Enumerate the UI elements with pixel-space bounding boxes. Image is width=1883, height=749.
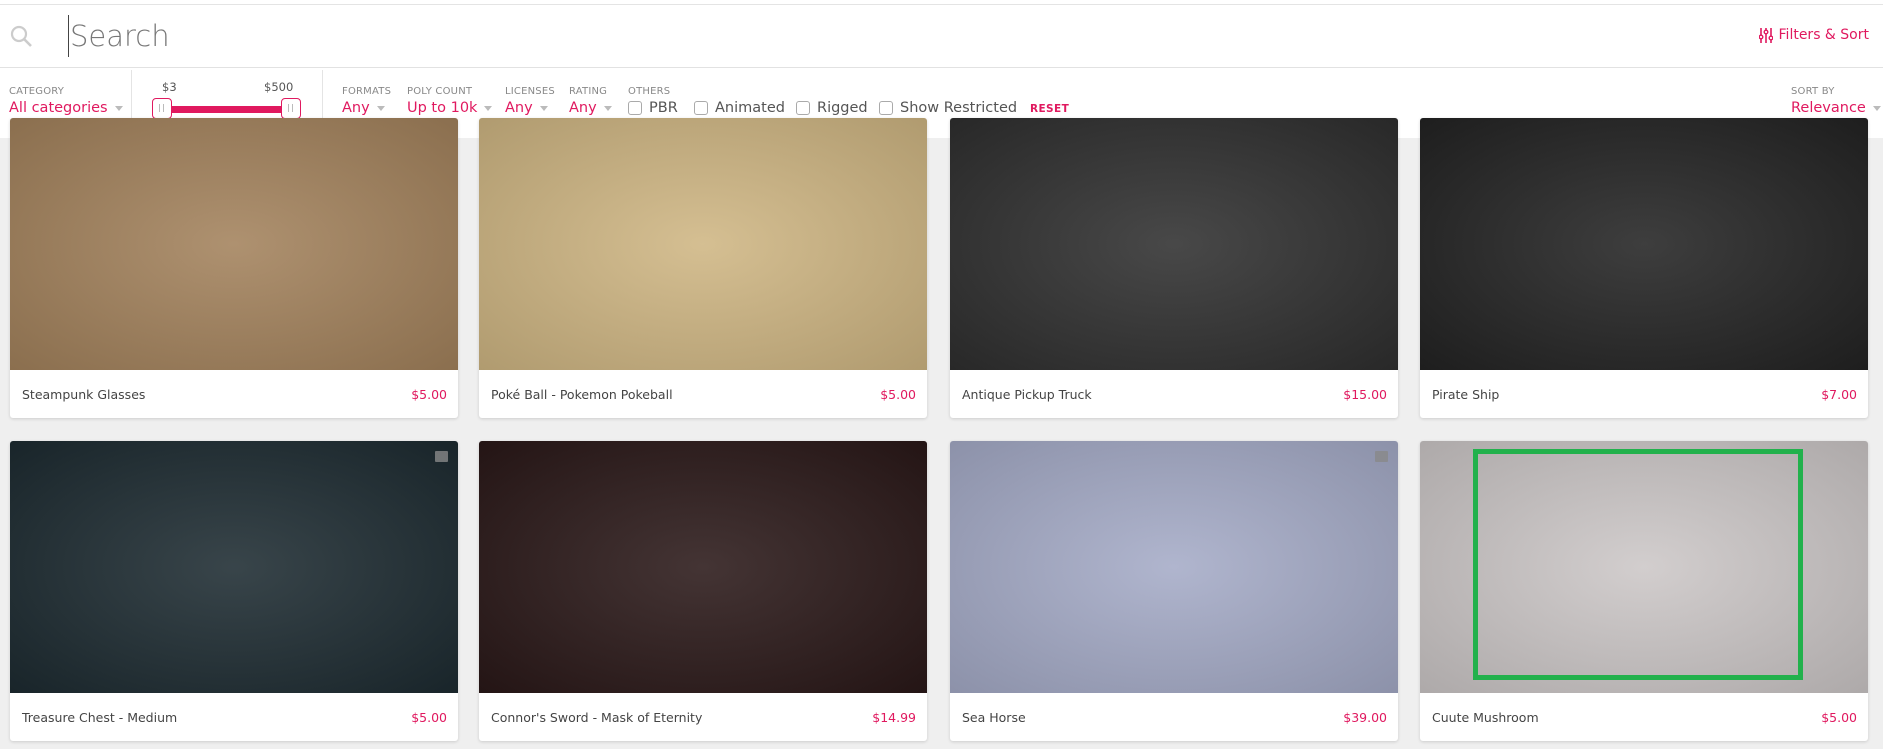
model-card[interactable]: Antique Pickup Truck $15.00	[950, 118, 1398, 418]
model-thumbnail[interactable]	[950, 118, 1398, 370]
card-caption: Steampunk Glasses $5.00	[10, 370, 458, 418]
formats-value: Any	[342, 100, 370, 116]
selection-highlight	[1473, 449, 1803, 680]
card-title: Poké Ball - Pokemon Pokeball	[491, 386, 673, 402]
model-thumbnail[interactable]	[950, 441, 1398, 693]
caret-down-icon	[376, 105, 385, 111]
sort-by-label: SORT BY	[1791, 86, 1835, 97]
card-title: Sea Horse	[962, 709, 1026, 725]
pbr-checkbox[interactable]: PBR	[628, 100, 678, 116]
sort-value: Relevance	[1791, 100, 1866, 116]
show-restricted-checkbox[interactable]: Show Restricted	[879, 100, 1017, 116]
caret-down-icon	[1872, 105, 1881, 111]
others-label: OTHERS	[628, 86, 671, 97]
card-title: Antique Pickup Truck	[962, 386, 1092, 402]
rating-value: Any	[569, 100, 597, 116]
sliders-icon	[1758, 27, 1773, 43]
search-input[interactable]	[68, 15, 1568, 57]
model-card[interactable]: Cuute Mushroom $5.00	[1420, 441, 1868, 741]
poly-count-dropdown[interactable]: Up to 10k	[407, 100, 493, 116]
model-thumbnail[interactable]	[479, 441, 927, 693]
card-price: $5.00	[411, 709, 447, 725]
caret-down-icon	[114, 105, 123, 111]
animated-checkbox[interactable]: Animated	[694, 100, 785, 116]
rigged-label: Rigged	[817, 100, 868, 116]
animated-label: Animated	[715, 100, 785, 116]
model-card[interactable]: Treasure Chest - Medium $5.00	[10, 441, 458, 741]
price-min: $3	[162, 80, 177, 94]
price-max-handle[interactable]	[281, 98, 301, 119]
card-price: $15.00	[1343, 386, 1387, 402]
rating-label: RATING	[569, 86, 608, 97]
poly-count-label: POLY COUNT	[407, 86, 473, 97]
show-restricted-label: Show Restricted	[900, 100, 1018, 116]
poly-count-value: Up to 10k	[407, 100, 478, 116]
checkbox-box[interactable]	[694, 101, 708, 115]
card-price: $5.00	[880, 386, 916, 402]
card-caption: Connor's Sword - Mask of Eternity $14.99	[479, 693, 927, 741]
caret-down-icon	[484, 105, 493, 111]
model-card[interactable]: Steampunk Glasses $5.00	[10, 118, 458, 418]
formats-label: FORMATS	[342, 86, 392, 97]
checkbox-box[interactable]	[879, 101, 893, 115]
card-price: $5.00	[411, 386, 447, 402]
formats-dropdown[interactable]: Any	[342, 100, 385, 116]
card-caption: Pirate Ship $7.00	[1420, 370, 1868, 418]
price-min-handle[interactable]	[152, 98, 172, 119]
card-price: $7.00	[1821, 386, 1857, 402]
model-thumbnail[interactable]	[479, 118, 927, 370]
rating-dropdown[interactable]: Any	[569, 100, 612, 116]
category-dropdown[interactable]: All categories	[9, 100, 123, 116]
card-title: Cuute Mushroom	[1432, 709, 1539, 725]
card-caption: Treasure Chest - Medium $5.00	[10, 693, 458, 741]
search-icon	[10, 25, 32, 47]
animated-badge-icon	[1375, 451, 1388, 462]
price-range-track[interactable]	[156, 106, 296, 113]
card-title: Treasure Chest - Medium	[22, 709, 178, 725]
filters-sort-button[interactable]: Filters & Sort	[1758, 27, 1869, 43]
price-max: $500	[264, 80, 294, 94]
licenses-dropdown[interactable]: Any	[505, 100, 548, 116]
pbr-label: PBR	[649, 100, 678, 116]
checkbox-box[interactable]	[628, 101, 642, 115]
animated-badge-icon	[435, 451, 448, 462]
sort-dropdown[interactable]: Relevance	[1791, 100, 1881, 116]
model-thumbnail[interactable]	[10, 118, 458, 370]
model-thumbnail[interactable]	[1420, 118, 1868, 370]
rigged-checkbox[interactable]: Rigged	[796, 100, 868, 116]
card-price: $14.99	[872, 709, 916, 725]
search-bar: Filters & Sort	[0, 5, 1883, 68]
card-price: $39.00	[1343, 709, 1387, 725]
card-caption: Sea Horse $39.00	[950, 693, 1398, 741]
checkbox-box[interactable]	[796, 101, 810, 115]
filters-sort-label: Filters & Sort	[1778, 27, 1869, 43]
card-title: Pirate Ship	[1432, 386, 1500, 402]
reset-button[interactable]: RESET	[1030, 103, 1069, 115]
category-value: All categories	[9, 100, 108, 116]
caret-down-icon	[603, 105, 612, 111]
card-caption: Cuute Mushroom $5.00	[1420, 693, 1868, 741]
model-thumbnail[interactable]	[1420, 441, 1868, 693]
model-card[interactable]: Pirate Ship $7.00	[1420, 118, 1868, 418]
caret-down-icon	[539, 105, 548, 111]
card-caption: Antique Pickup Truck $15.00	[950, 370, 1398, 418]
category-label: CATEGORY	[9, 86, 65, 97]
card-title: Connor's Sword - Mask of Eternity	[491, 709, 703, 725]
model-card[interactable]: Connor's Sword - Mask of Eternity $14.99	[479, 441, 927, 741]
card-title: Steampunk Glasses	[22, 386, 146, 402]
licenses-value: Any	[505, 100, 533, 116]
model-thumbnail[interactable]	[10, 441, 458, 693]
card-price: $5.00	[1821, 709, 1857, 725]
licenses-label: LICENSES	[505, 86, 555, 97]
model-card[interactable]: Sea Horse $39.00	[950, 441, 1398, 741]
card-caption: Poké Ball - Pokemon Pokeball $5.00	[479, 370, 927, 418]
model-card[interactable]: Poké Ball - Pokemon Pokeball $5.00	[479, 118, 927, 418]
